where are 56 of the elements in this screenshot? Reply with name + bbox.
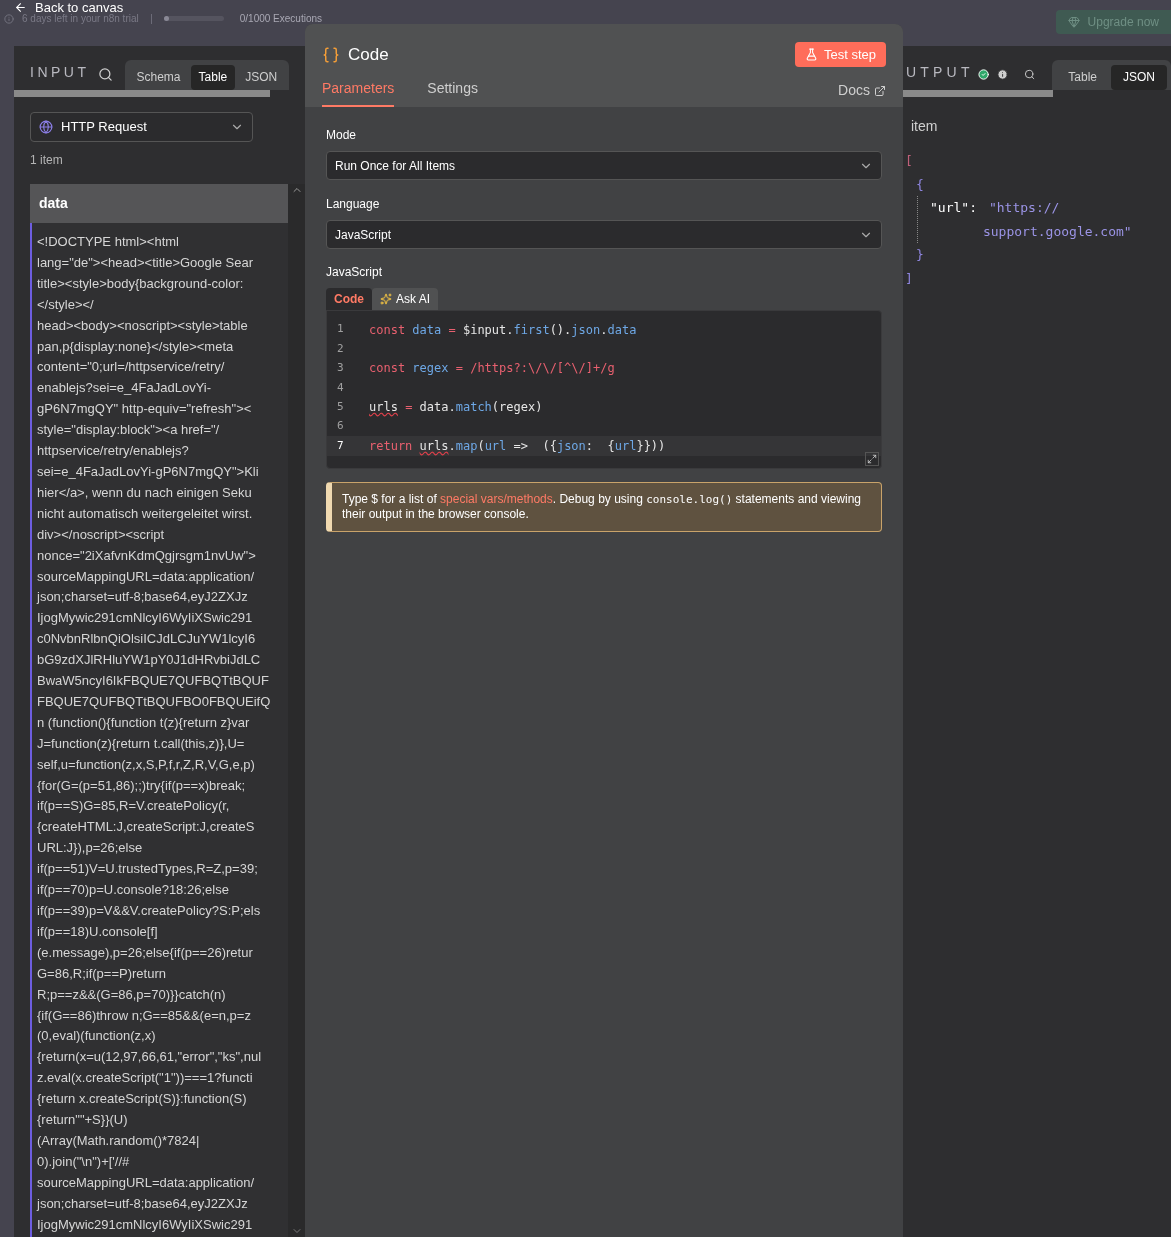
view-tab[interactable]: Table [190, 64, 236, 90]
executions-count: 0/1000 Executions [239, 13, 322, 24]
success-check-icon [977, 67, 989, 82]
json-brace: { [916, 175, 924, 194]
info-icon[interactable] [996, 67, 1009, 82]
flask-icon [804, 48, 818, 62]
hint-text: Type $ for a list of special vars/methods. Debug by using console.log() statements and viewing their output in the browser console. [326, 482, 882, 532]
view-tab[interactable]: Table [1056, 64, 1109, 90]
code-line: return urls.map(url => ({json: {url}})) [369, 438, 666, 456]
select-field[interactable]: Run Once for All Items [326, 151, 882, 180]
json-value: "https:// [988, 199, 1060, 217]
external-link-icon [874, 84, 886, 97]
json-bracket: [ [905, 152, 913, 170]
resize-icon[interactable] [865, 452, 879, 466]
source-select[interactable]: HTTP Request [30, 112, 253, 142]
line-number: 4 [336, 379, 345, 396]
search-icon[interactable] [1024, 67, 1036, 82]
column-header: data [30, 184, 288, 223]
back-to-canvas-link[interactable]: Back to canvas [35, 0, 124, 14]
field-label: Mode [326, 127, 358, 144]
settings-tab[interactable]: Settings [427, 78, 478, 107]
view-tab[interactable]: Schema [128, 64, 189, 90]
field-label: Language [326, 196, 381, 213]
code-line: const data = $input.first().json.data [369, 321, 637, 339]
line-number: 6 [336, 418, 345, 435]
docs-link[interactable]: Docs [838, 80, 886, 107]
code-line: urls = data.match(regex) [369, 399, 543, 417]
json-value: support.google.com" [982, 222, 1132, 241]
gem-icon [1067, 16, 1080, 28]
json-bracket: ] [905, 269, 913, 288]
line-number: 3 [336, 360, 345, 377]
code-editor[interactable]: 1 const data = $input.first().json.data 2 3 const regex = /https?:\/\/[^\/]+/g 4 5 urls = data.match(regex) 6 7 return urls.map(url => ({json: {url}})) [326, 310, 882, 469]
editor-tab[interactable]: Code [326, 288, 372, 310]
view-tab[interactable]: JSON [237, 64, 286, 90]
line-number: 7 [336, 437, 345, 454]
select-field[interactable]: JavaScript [326, 220, 882, 249]
braces-icon [322, 45, 340, 64]
line-number: 2 [336, 340, 345, 357]
line-number: 1 [336, 321, 345, 338]
line-number: 5 [336, 399, 345, 415]
output-title: UTPUT [906, 63, 974, 82]
globe-icon [39, 120, 53, 134]
dialog-title: Code [348, 44, 389, 66]
item-count: item [911, 117, 939, 136]
info-icon [4, 13, 14, 24]
search-icon[interactable] [97, 67, 113, 82]
sparkle-icon [380, 293, 392, 305]
view-tab[interactable]: JSON [1110, 64, 1167, 90]
input-title: INPUT [30, 63, 90, 82]
json-brace: } [916, 246, 924, 264]
item-count: 1 item [30, 152, 64, 169]
editor-tab[interactable]: Ask AI [372, 288, 438, 310]
back-arrow-icon[interactable] [14, 0, 27, 14]
field-label: JavaScript [326, 264, 384, 281]
code-line: const regex = /https?:\/\/[^\/]+/g [369, 360, 615, 378]
json-key: "url": [930, 196, 977, 243]
